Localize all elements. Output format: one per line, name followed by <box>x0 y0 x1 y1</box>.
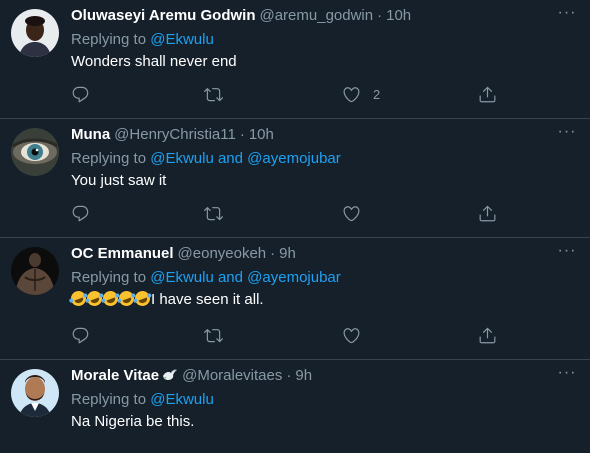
reply-icon <box>71 204 90 223</box>
display-name[interactable]: OC Emmanuel <box>71 245 174 262</box>
replying-to: Replying to @Ekwulu <box>71 30 214 50</box>
retweet-icon <box>204 204 223 223</box>
tweet-text: Wonders shall never end <box>71 53 237 70</box>
replying-to: Replying to @Ekwulu <box>71 390 214 410</box>
retweet-icon <box>204 326 223 345</box>
timestamp[interactable]: 9h <box>295 367 312 384</box>
user-handle[interactable]: @aremu_godwin <box>259 7 373 24</box>
share-button[interactable] <box>478 324 497 346</box>
share-button[interactable] <box>478 202 497 224</box>
retweet-button[interactable] <box>204 324 223 346</box>
avatar[interactable] <box>11 128 59 176</box>
retweet-button[interactable] <box>204 83 223 105</box>
timestamp[interactable]: 10h <box>386 7 411 24</box>
replying-prefix: Replying to <box>71 31 147 48</box>
timestamp[interactable]: 9h <box>279 245 296 262</box>
tweet-text: I have seen it all. <box>68 288 264 310</box>
like-count: 2 <box>373 86 381 102</box>
reply-button[interactable] <box>71 83 90 105</box>
retweet-button[interactable] <box>204 202 223 224</box>
tweet-text-content: I have seen it all. <box>151 291 264 308</box>
emoji-row <box>68 288 153 309</box>
share-icon <box>478 85 497 104</box>
replying-prefix: Replying to <box>71 269 147 286</box>
replying-to-link[interactable]: @Ekwulu <box>150 391 214 408</box>
user-handle[interactable]: @HenryChristia11 <box>114 126 236 143</box>
user-handle[interactable]: @Moralevitaes <box>182 367 282 384</box>
user-handle[interactable]: @eonyeokeh <box>178 245 267 262</box>
tweet-header: Muna @HenryChristia11 · 10h <box>71 125 274 145</box>
tweet-actions <box>71 324 496 346</box>
like-button[interactable]: 2 <box>342 83 380 105</box>
separator-dot: · <box>286 367 292 384</box>
share-icon <box>478 326 497 345</box>
heart-icon <box>342 85 361 104</box>
like-button[interactable] <box>342 324 361 346</box>
tweet-text: You just saw it <box>71 172 167 189</box>
replying-to: Replying to @Ekwulu and @ayemojubar <box>71 149 341 169</box>
share-button[interactable] <box>478 83 497 105</box>
reply-button[interactable] <box>71 324 90 346</box>
display-name[interactable]: Morale Vitae <box>71 367 159 384</box>
replying-prefix: Replying to <box>71 150 147 167</box>
replying-to: Replying to @Ekwulu and @ayemojubar <box>71 268 341 288</box>
tweet-header: Morale Vitae @Moralevitaes · 9h <box>71 366 312 386</box>
heart-icon <box>342 204 361 223</box>
more-icon[interactable]: ··· <box>556 243 578 264</box>
more-icon[interactable]: ··· <box>556 124 578 145</box>
rofl-emoji-icon <box>132 288 153 309</box>
more-icon[interactable]: ··· <box>556 365 578 386</box>
avatar[interactable] <box>11 369 59 417</box>
like-button[interactable] <box>342 202 361 224</box>
replying-to-link[interactable]: @Ekwulu and @ayemojubar <box>150 269 341 286</box>
display-name[interactable]: Oluwaseyi Aremu Godwin <box>71 7 255 24</box>
tweet-text: Na Nigeria be this. <box>71 413 195 430</box>
retweet-icon <box>204 85 223 104</box>
reply-icon <box>71 85 90 104</box>
replying-to-link[interactable]: @Ekwulu and @ayemojubar <box>150 150 341 167</box>
tweet[interactable]: Morale Vitae @Moralevitaes · 9h ··· Replyi… <box>0 360 590 453</box>
replying-to-link[interactable]: @Ekwulu <box>150 31 214 48</box>
separator-dot: · <box>270 245 276 262</box>
share-icon <box>478 204 497 223</box>
avatar[interactable] <box>11 9 59 57</box>
avatar[interactable] <box>11 247 59 295</box>
tweet-actions: 2 <box>71 83 496 105</box>
reply-button[interactable] <box>71 202 90 224</box>
tweet[interactable]: Muna @HenryChristia11 · 10h ··· Replying to… <box>0 119 590 238</box>
tweet-header: Oluwaseyi Aremu Godwin @aremu_godwin · 10h <box>71 6 411 26</box>
more-icon[interactable]: ··· <box>556 5 578 26</box>
separator-dot: · <box>377 7 383 24</box>
replying-prefix: Replying to <box>71 391 147 408</box>
separator-dot: · <box>239 126 245 143</box>
tweet-header: OC Emmanuel @eonyeokeh · 9h <box>71 244 296 264</box>
tweet[interactable]: OC Emmanuel @eonyeokeh · 9h ··· Replying to… <box>0 238 590 360</box>
timestamp[interactable]: 10h <box>249 126 274 143</box>
heart-icon <box>342 326 361 345</box>
dove-emoji-icon <box>163 369 178 380</box>
reply-icon <box>71 326 90 345</box>
display-name[interactable]: Muna <box>71 126 110 143</box>
replies-feed: Oluwaseyi Aremu Godwin @aremu_godwin · 10h … <box>0 0 590 453</box>
tweet[interactable]: Oluwaseyi Aremu Godwin @aremu_godwin · 10h … <box>0 0 590 119</box>
tweet-actions <box>71 202 496 224</box>
